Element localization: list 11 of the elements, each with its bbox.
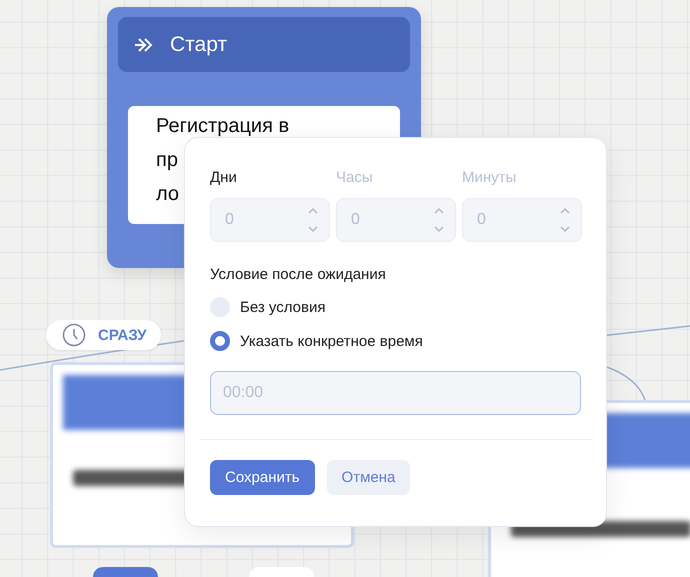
option-label: Без условия bbox=[240, 298, 326, 316]
node-text: ло bbox=[156, 182, 180, 207]
field-label: Дни bbox=[210, 168, 238, 188]
field-label: Минуты bbox=[462, 168, 518, 188]
node-title: Старт bbox=[170, 32, 228, 56]
field-label: Часы bbox=[336, 168, 374, 188]
condition-title: Условие после ожидания bbox=[210, 266, 387, 283]
node-text: пр bbox=[156, 148, 178, 173]
badge-label: СРАЗУ bbox=[98, 326, 147, 344]
node-text: Регистрация в bbox=[156, 114, 290, 139]
option-label: Указать конкретное время bbox=[240, 332, 423, 350]
